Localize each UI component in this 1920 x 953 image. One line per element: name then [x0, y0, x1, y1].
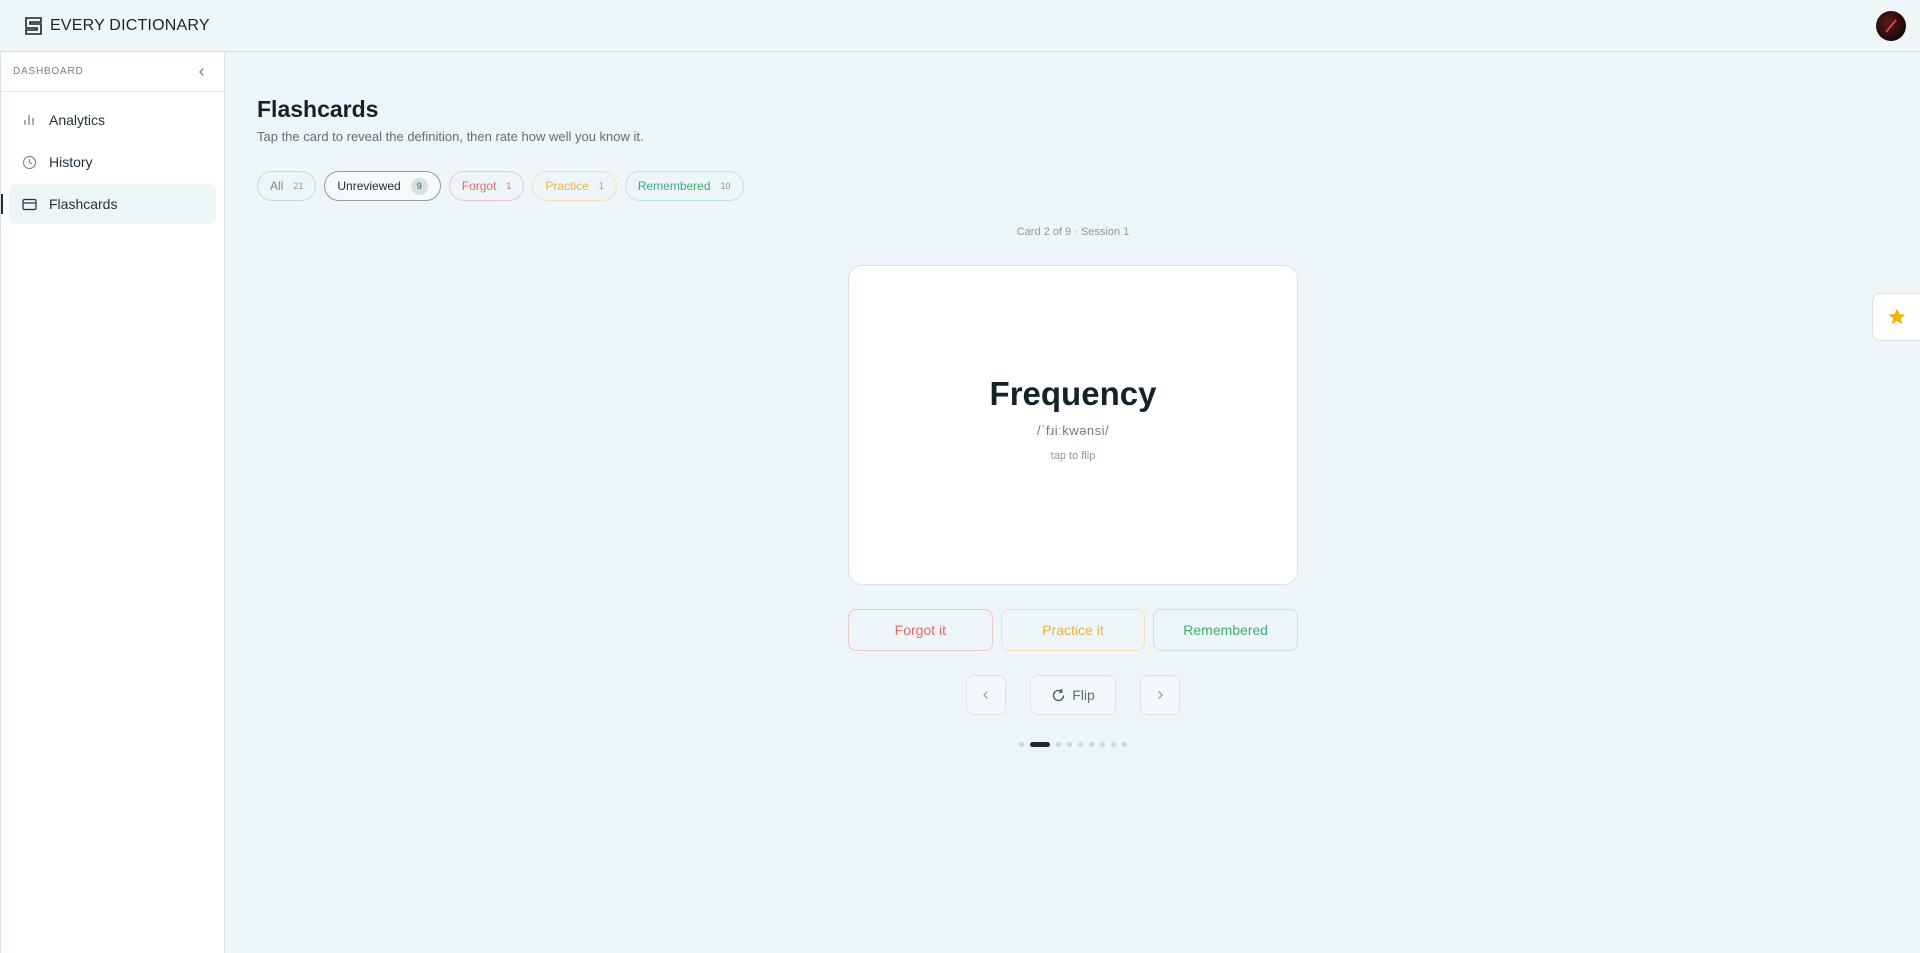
sidebar-item-history[interactable]: History [9, 142, 216, 182]
refresh-icon [1053, 688, 1065, 701]
filter-practice[interactable]: Practice 1 [532, 171, 617, 201]
card-controls: Flip [848, 675, 1298, 715]
sidebar-nav: Analytics History Flashcards [1, 92, 224, 234]
filter-forgot[interactable]: Forgot 1 [448, 171, 525, 201]
sidebar-item-label: History [49, 154, 93, 170]
filter-count: 9 [410, 177, 428, 195]
filter-label: All [270, 179, 284, 193]
pagination-dot[interactable] [1019, 742, 1024, 747]
logo-icon [22, 14, 46, 38]
pagination-dot[interactable] [1056, 742, 1061, 747]
pagination-dot[interactable] [1100, 742, 1105, 747]
filter-label: Remembered [637, 179, 711, 193]
top-bar: EVERY DICTIONARY [0, 0, 1920, 52]
filter-count: 10 [720, 181, 731, 191]
chevron-right-icon [1158, 691, 1163, 699]
filter-label: Practice [545, 179, 589, 193]
next-card-button[interactable] [1140, 675, 1180, 715]
card-pagination [848, 742, 1298, 747]
pagination-dot[interactable] [1122, 742, 1127, 747]
forgot-it-button[interactable]: Forgot it [848, 609, 993, 651]
filter-remembered[interactable]: Remembered 10 [624, 171, 744, 201]
sidebar-item-label: Flashcards [49, 196, 118, 212]
flip-button[interactable]: Flip [1030, 675, 1116, 715]
pagination-dot[interactable] [1067, 742, 1072, 747]
chevron-left-icon [199, 67, 204, 76]
flashcard[interactable]: Frequency /ˈfɹiːkwənsi/ tap to flip [848, 265, 1298, 585]
flip-label: Flip [1072, 687, 1095, 703]
filter-count: 21 [293, 181, 304, 191]
sidebar: DASHBOARD Analytics History Flashcards [0, 52, 225, 953]
filter-unreviewed[interactable]: Unreviewed 9 [324, 171, 441, 201]
page-title: Flashcards [257, 96, 379, 122]
sidebar-item-analytics[interactable]: Analytics [9, 100, 216, 140]
filter-label: Forgot [461, 179, 497, 193]
collapse-sidebar-button[interactable] [194, 64, 210, 80]
filter-label: Unreviewed [337, 179, 401, 193]
practice-it-button[interactable]: Practice it [1000, 609, 1146, 651]
page-subtitle: Tap the card to reveal the definition, t… [257, 129, 644, 144]
chevron-left-icon [983, 691, 988, 699]
main-content: Flashcards Tap the card to reveal the de… [225, 52, 1920, 953]
filter-bar: All 21 Unreviewed 9 Forgot 1 Practice 1 … [257, 171, 744, 201]
remembered-button[interactable]: Remembered [1153, 609, 1299, 651]
sidebar-header: DASHBOARD [1, 52, 224, 92]
pagination-dot[interactable] [1111, 742, 1116, 747]
avatar[interactable] [1876, 10, 1906, 41]
brand[interactable]: EVERY DICTIONARY [22, 14, 210, 38]
sidebar-item-flashcards[interactable]: Flashcards [1, 184, 216, 224]
filter-count: 1 [598, 181, 604, 191]
sidebar-item-label: Analytics [49, 112, 106, 128]
rating-buttons: Forgot it Practice it Remembered [848, 609, 1299, 651]
card-icon [21, 196, 37, 212]
card-word: Frequency [989, 374, 1157, 412]
pagination-dot[interactable] [1078, 742, 1083, 747]
brand-name: EVERY DICTIONARY [50, 16, 210, 34]
card-hint: tap to flip [1050, 449, 1096, 462]
sidebar-section-label: DASHBOARD [13, 66, 84, 77]
card-phonetic: /ˈfɹiːkwənsi/ [1036, 422, 1110, 438]
pagination-dot[interactable] [1030, 742, 1050, 747]
star-icon [1888, 308, 1905, 325]
pagination-dot[interactable] [1089, 742, 1094, 747]
filter-all[interactable]: All 21 [257, 171, 317, 201]
filter-count: 1 [506, 181, 512, 191]
previous-card-button[interactable] [966, 675, 1006, 715]
bar-chart-icon [21, 112, 37, 128]
favorite-tab[interactable] [1872, 293, 1920, 341]
clock-icon [21, 154, 37, 170]
card-progress: Card 2 of 9 · Session 1 [1016, 226, 1130, 238]
